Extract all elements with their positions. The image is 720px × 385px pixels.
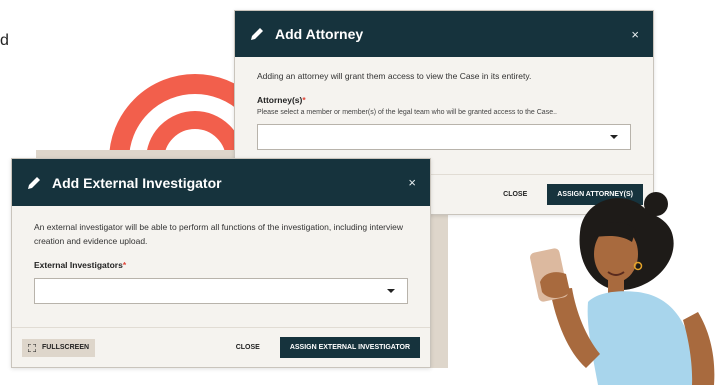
pencil-icon [249,26,265,42]
modal-title: Add Attorney [275,26,364,42]
modal-description: Adding an attorney will grant them acces… [257,71,532,81]
required-marker: * [122,260,127,270]
modal-header: Add Attorney × [235,11,653,57]
modal-footer: FULLSCREEN CLOSE ASSIGN EXTERNAL INVESTI… [12,327,430,367]
required-marker: * [302,95,306,105]
chevron-down-icon [387,289,395,293]
field-label: Attorney(s)* [257,95,631,105]
background-letter: d [0,32,9,49]
woman-illustration [530,192,715,385]
field-label: External Investigators* [34,260,408,270]
modal-title: Add External Investigator [52,174,222,191]
pencil-icon [26,175,42,191]
close-button[interactable]: CLOSE [236,344,260,351]
modal-header: Add External Investigator × [12,159,430,206]
close-icon[interactable]: × [408,175,416,190]
field-label-text: Attorney(s) [257,95,303,105]
modal-body: An external investigator will be able to… [12,206,430,304]
fullscreen-icon [28,343,36,352]
chevron-down-icon [610,135,618,139]
modal-description: An external investigator will be able to… [34,222,404,246]
attorney-select[interactable] [257,124,631,150]
field-label-text: External Investigators [34,260,123,270]
add-external-investigator-modal: Add External Investigator × An external … [11,158,431,368]
fullscreen-button[interactable]: FULLSCREEN [22,338,96,357]
modal-body: Adding an attorney will grant them acces… [235,57,653,150]
fullscreen-label: FULLSCREEN [42,344,90,351]
assign-external-investigator-button[interactable]: ASSIGN EXTERNAL INVESTIGATOR [279,337,420,358]
help-text: Please select a member or member(s) of t… [257,109,557,116]
investigator-select[interactable] [34,278,408,304]
close-icon[interactable]: × [631,27,639,42]
close-button[interactable]: CLOSE [503,191,527,198]
